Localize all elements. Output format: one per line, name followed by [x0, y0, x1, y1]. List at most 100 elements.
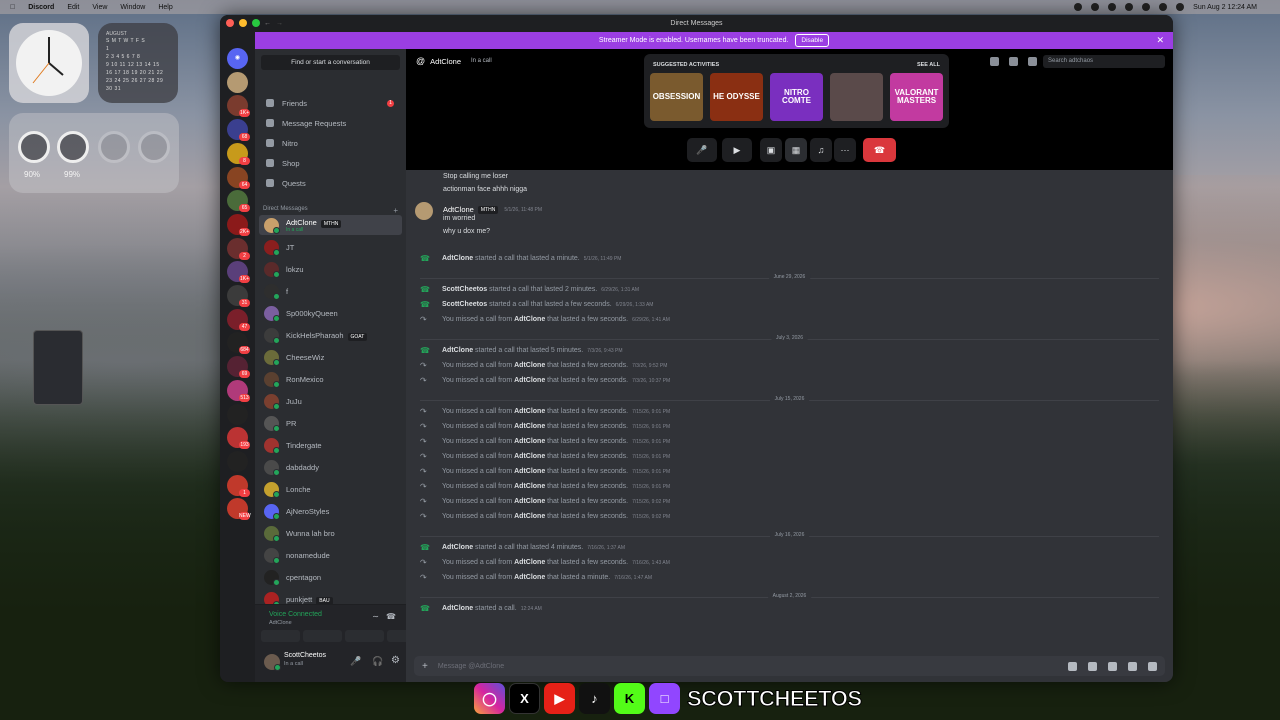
activity-tile[interactable] — [830, 73, 883, 121]
search-input[interactable]: Search adtchaos — [1043, 55, 1165, 68]
search-icon[interactable] — [1159, 3, 1168, 11]
server-icon[interactable] — [227, 450, 248, 472]
dm-item[interactable]: dabdaddy — [259, 457, 402, 477]
call-user[interactable]: ScottCheetos — [442, 286, 487, 293]
activity-tile[interactable]: NITRO COMTE — [770, 73, 823, 121]
activity-tile[interactable]: VALORANT MASTERS — [890, 73, 943, 121]
zoom-window-icon[interactable] — [252, 19, 260, 27]
forward-arrow-icon[interactable]: → — [276, 20, 283, 27]
add-dm-icon[interactable]: + — [393, 206, 398, 215]
call-user[interactable]: AdtClone — [514, 377, 545, 384]
call-user[interactable]: AdtClone — [514, 408, 545, 415]
control-icon[interactable] — [1091, 3, 1100, 11]
pin-icon[interactable] — [990, 57, 999, 66]
dm-item[interactable]: AjNeroStyles — [259, 501, 402, 521]
call-user[interactable]: AdtClone — [514, 316, 545, 323]
control-center-icon[interactable] — [1176, 3, 1185, 11]
dm-item[interactable]: Tindergate — [259, 435, 402, 455]
call-user[interactable]: AdtClone — [514, 468, 545, 475]
screen-share-button[interactable] — [303, 630, 342, 642]
more-options-button[interactable]: ⋯ — [834, 138, 856, 162]
add-friends-icon[interactable] — [1009, 57, 1018, 66]
call-user[interactable]: AdtClone — [514, 574, 545, 581]
menu-window[interactable]: Window — [120, 4, 145, 11]
call-user[interactable]: ScottCheetos — [442, 301, 487, 308]
call-user[interactable]: AdtClone — [514, 362, 545, 369]
sticker-icon[interactable] — [1108, 661, 1117, 671]
menu-app[interactable]: Discord — [28, 4, 54, 11]
discord-home-icon[interactable]: ◉ — [227, 48, 248, 69]
dm-item[interactable]: nonamedude — [259, 545, 402, 565]
wifi-icon[interactable] — [1142, 3, 1151, 11]
dm-item[interactable]: Lonche — [259, 479, 402, 499]
activity-tile[interactable]: HE ODYSSE — [710, 73, 763, 121]
nav-shop[interactable]: Shop — [259, 154, 402, 172]
apple-icon[interactable]:  — [10, 4, 15, 11]
server-icon[interactable] — [227, 71, 248, 93]
disconnect-icon[interactable]: ☎ — [386, 612, 396, 621]
message-author[interactable]: AdtClone — [443, 205, 474, 214]
call-user[interactable]: AdtClone — [514, 498, 545, 505]
dm-item[interactable]: JT — [259, 237, 402, 257]
call-user[interactable]: AdtClone — [514, 513, 545, 520]
message-input[interactable]: Message @AdtClone — [438, 663, 504, 670]
gif-icon[interactable] — [1088, 661, 1097, 671]
soundboard-icon[interactable]: ♫ — [810, 138, 832, 162]
dm-item[interactable]: Wunna lah bro — [259, 523, 402, 543]
menu-edit[interactable]: Edit — [67, 4, 79, 11]
window-thumbnail[interactable] — [33, 330, 83, 405]
call-user[interactable]: AdtClone — [442, 347, 473, 354]
battery-icon[interactable] — [1125, 3, 1134, 11]
profile-icon[interactable] — [1028, 57, 1037, 66]
add-attachment-icon[interactable]: + — [422, 661, 428, 672]
avatar[interactable] — [415, 202, 433, 220]
disable-button[interactable]: Disable — [795, 34, 830, 47]
call-user[interactable]: AdtClone — [514, 453, 545, 460]
clock-widget[interactable] — [9, 23, 89, 103]
dm-item[interactable]: CheeseWiz — [259, 347, 402, 367]
back-arrow-icon[interactable]: ← — [264, 20, 271, 27]
channel-name[interactable]: AdtClone — [430, 57, 461, 66]
headphones-icon[interactable]: 🎧 — [372, 656, 383, 667]
dm-item[interactable]: Sp000kyQueen — [259, 303, 402, 323]
user-name[interactable]: ScottCheetos — [284, 652, 326, 659]
settings-gear-icon[interactable]: ⚙ — [391, 655, 400, 666]
voice-status[interactable]: Voice Connected — [269, 611, 322, 618]
apps-icon[interactable] — [1148, 661, 1157, 671]
close-window-icon[interactable] — [226, 19, 234, 27]
bluetooth-icon[interactable] — [1108, 3, 1117, 11]
message-composer[interactable]: + Message @AdtClone — [414, 656, 1165, 676]
avatar[interactable] — [264, 654, 281, 671]
mute-button[interactable]: 🎤 — [687, 138, 717, 162]
dm-item[interactable]: KickHelsPharaoh GOAT — [259, 325, 402, 345]
server-icon[interactable] — [227, 403, 248, 425]
dm-item[interactable]: lokzu — [259, 259, 402, 279]
nav-nitro[interactable]: Nitro — [259, 134, 402, 152]
call-user[interactable]: AdtClone — [514, 559, 545, 566]
see-all-link[interactable]: SEE ALL — [917, 62, 940, 68]
activity-tile[interactable]: OBSESSION — [650, 73, 703, 121]
call-user[interactable]: AdtClone — [514, 423, 545, 430]
close-icon[interactable]: ✕ — [1156, 35, 1164, 46]
dm-item[interactable]: PR — [259, 413, 402, 433]
record-icon[interactable] — [1074, 3, 1083, 11]
call-user[interactable]: AdtClone — [442, 255, 473, 262]
find-conversation-button[interactable]: Find or start a conversation — [261, 55, 400, 70]
nav-quests[interactable]: Quests — [259, 174, 402, 192]
leave-call-button[interactable]: ☎ — [863, 138, 896, 162]
dm-item[interactable]: JuJu — [259, 391, 402, 411]
video-button[interactable] — [261, 630, 300, 642]
menu-view[interactable]: View — [92, 4, 107, 11]
nav-message-requests[interactable]: Message Requests — [259, 114, 402, 132]
call-user[interactable]: AdtClone — [442, 605, 473, 612]
dm-item[interactable]: cpentagon — [259, 567, 402, 587]
emoji-icon[interactable] — [1128, 661, 1137, 671]
camera-button[interactable]: ▶ — [722, 138, 752, 162]
share-screen-button[interactable]: ▣ — [760, 138, 782, 162]
mic-icon[interactable]: 🎤 — [350, 656, 361, 667]
call-user[interactable]: AdtClone — [442, 544, 473, 551]
nav-friends[interactable]: Friends 1 — [259, 94, 402, 112]
menu-help[interactable]: Help — [158, 4, 172, 11]
battery-widget[interactable]: 90% 99% — [9, 113, 179, 193]
activities-grid-button[interactable]: ▦ — [785, 138, 807, 162]
